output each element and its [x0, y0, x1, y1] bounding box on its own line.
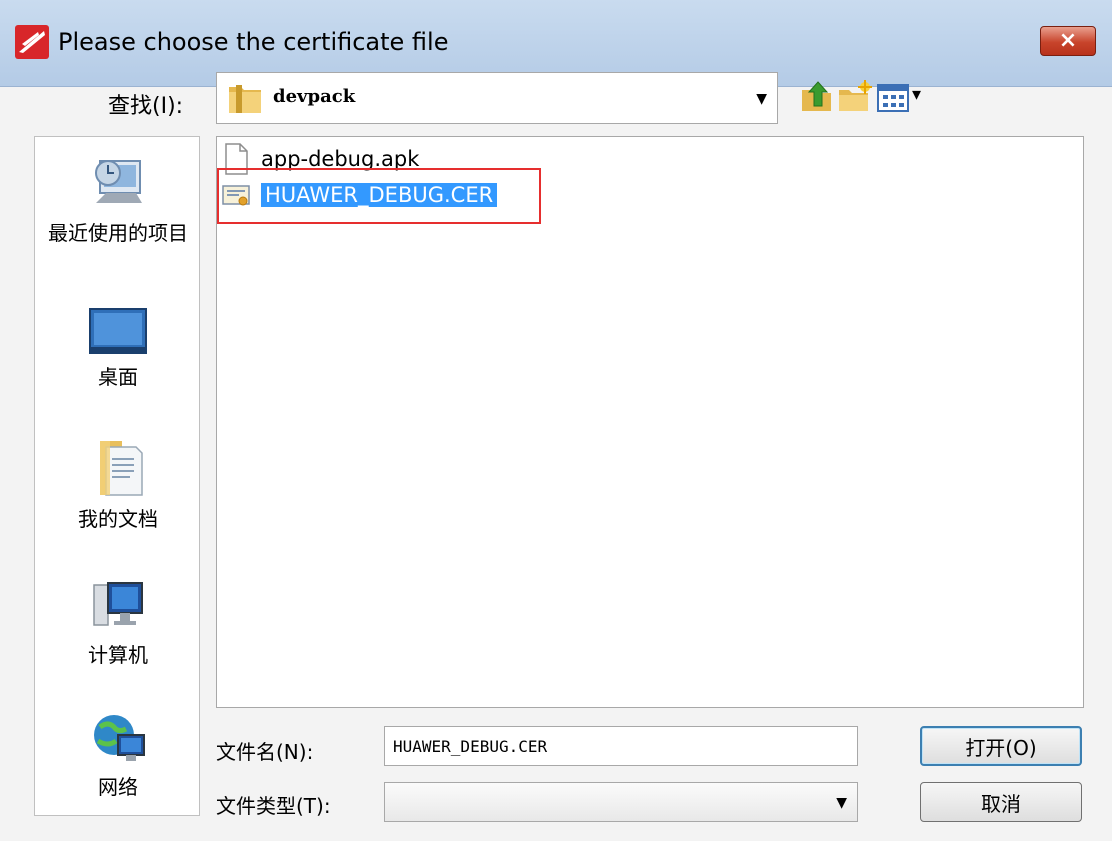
chevron-down-icon: ▼	[756, 91, 767, 107]
cancel-button-label: 取消	[981, 791, 1021, 816]
open-button[interactable]: 打开(O)	[920, 726, 1082, 766]
file-list[interactable]: app-debug.apk HUAWER_DEBUG.CER	[216, 136, 1084, 708]
window-title: Please choose the certificate file	[58, 28, 449, 56]
look-in-value: devpack	[273, 86, 356, 107]
place-label-recent-items: 最近使用的项目	[48, 221, 188, 245]
new-folder-icon[interactable]	[836, 78, 874, 116]
place-label-network: 网络	[98, 775, 138, 799]
place-documents[interactable]: 我的文档	[35, 435, 201, 531]
file-name-label: 文件名(N):	[216, 740, 314, 764]
place-desktop[interactable]: 桌面	[35, 303, 201, 389]
app-icon	[15, 25, 49, 59]
computer-icon	[93, 582, 143, 626]
view-menu-arrow-icon: ▾	[912, 84, 922, 105]
list-item[interactable]: app-debug.apk	[221, 141, 419, 177]
documents-icon	[100, 441, 143, 496]
place-label-documents: 我的文档	[78, 507, 158, 531]
place-label-computer: 计算机	[88, 643, 148, 667]
list-item[interactable]: HUAWER_DEBUG.CER	[221, 177, 498, 213]
close-button[interactable]: ×	[1040, 26, 1096, 56]
desktop-icon	[89, 308, 147, 354]
places-bar: 最近使用的项目 桌面 我的文档 计算机 网络	[34, 136, 200, 816]
file-type-dropdown[interactable]: ▼	[384, 782, 858, 822]
network-icon	[94, 715, 145, 761]
open-button-label: 打开(O)	[965, 735, 1037, 760]
file-name-value: HUAWER_DEBUG.CER	[393, 737, 548, 756]
file-type-label: 文件类型(T):	[216, 794, 331, 818]
view-menu-button[interactable]: ▾	[876, 80, 928, 116]
folder-icon	[229, 85, 261, 113]
chevron-down-icon: ▼	[836, 795, 847, 811]
up-folder-icon[interactable]	[798, 78, 836, 116]
recent-items-icon	[95, 160, 142, 203]
certificate-icon	[222, 185, 250, 206]
file-name-label: HUAWER_DEBUG.CER	[261, 183, 498, 207]
file-icon	[225, 143, 248, 175]
view-menu-icon	[877, 84, 909, 112]
close-icon: ×	[1058, 28, 1078, 53]
place-computer[interactable]: 计算机	[35, 575, 201, 667]
place-label-desktop: 桌面	[98, 365, 138, 389]
file-name-label: app-debug.apk	[261, 147, 420, 171]
file-name-input[interactable]: HUAWER_DEBUG.CER	[384, 726, 858, 766]
cancel-button[interactable]: 取消	[920, 782, 1082, 822]
place-network[interactable]: 网络	[35, 709, 201, 799]
look-in-label: 查找(I):	[108, 94, 184, 119]
look-in-dropdown[interactable]: devpack ▼	[216, 72, 778, 124]
place-recent-items[interactable]: 最近使用的项目	[35, 151, 201, 245]
